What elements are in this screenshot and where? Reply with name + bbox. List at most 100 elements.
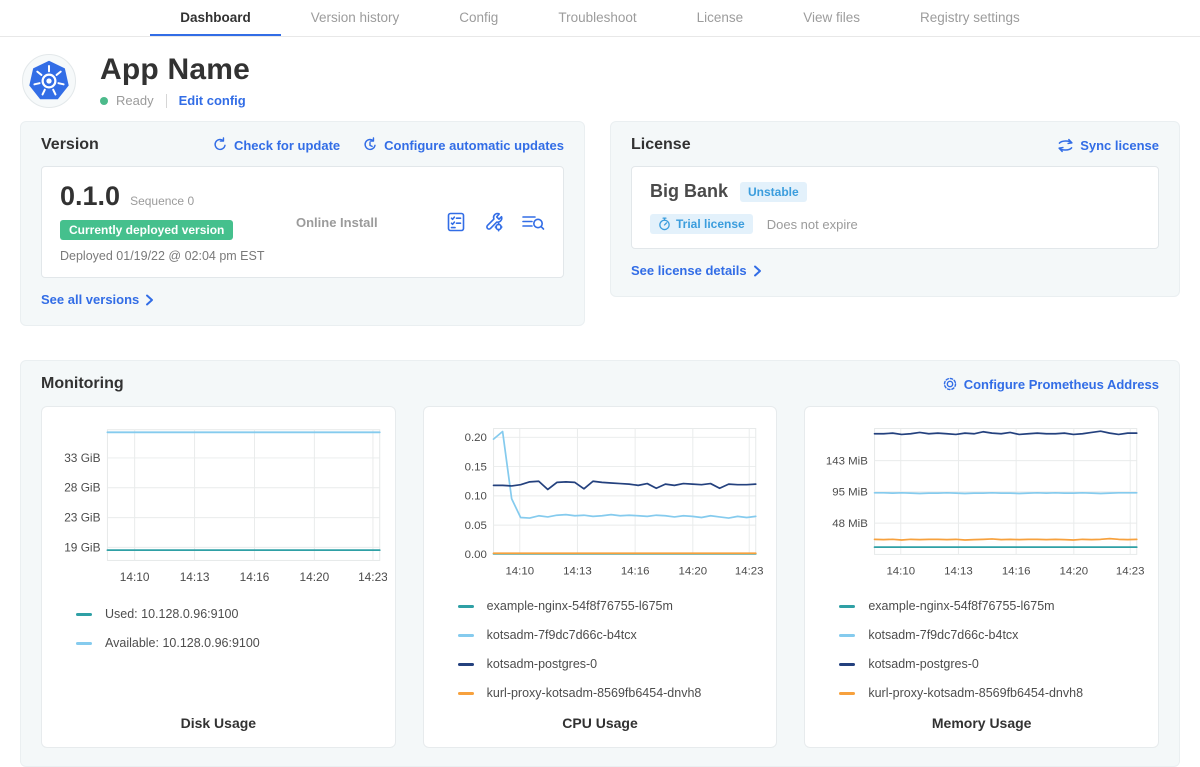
svg-text:0.20: 0.20 xyxy=(464,432,486,444)
legend-label: example-nginx-54f8f76755-l675m xyxy=(487,599,673,613)
sequence-label: Sequence 0 xyxy=(130,194,194,208)
svg-text:0.15: 0.15 xyxy=(464,461,486,473)
monitoring-card: Monitoring Configure Prometheus Address … xyxy=(20,360,1180,767)
tab-version-history[interactable]: Version history xyxy=(281,0,430,36)
legend-item: kotsadm-postgres-0 xyxy=(458,657,769,671)
tab-view-files[interactable]: View files xyxy=(773,0,890,36)
chart-plot: 14:1014:1314:1614:2014:230.000.050.100.1… xyxy=(432,419,769,583)
chart-legend: example-nginx-54f8f76755-l675m kotsadm-7f… xyxy=(458,599,769,715)
chart-title: CPU Usage xyxy=(432,715,769,733)
svg-text:95 MiB: 95 MiB xyxy=(833,487,869,499)
sync-arrows-icon xyxy=(1057,138,1074,153)
install-type-label: Online Install xyxy=(296,215,378,230)
current-version-panel: 0.1.0 Sequence 0 Currently deployed vers… xyxy=(41,166,564,278)
license-card-title: License xyxy=(631,136,691,154)
deployed-timestamp: Deployed 01/19/22 @ 02:04 pm EST xyxy=(60,249,288,263)
svg-text:14:20: 14:20 xyxy=(300,570,330,584)
svg-text:14:10: 14:10 xyxy=(887,565,916,577)
tab-registry-settings[interactable]: Registry settings xyxy=(890,0,1050,36)
legend-item: kotsadm-7f9dc7d66c-b4tcx xyxy=(458,628,769,642)
gear-icon xyxy=(942,376,958,392)
legend-label: kotsadm-postgres-0 xyxy=(487,657,597,671)
legend-label: Used: 10.128.0.96:9100 xyxy=(105,607,238,621)
legend-swatch xyxy=(76,642,92,645)
svg-text:0.00: 0.00 xyxy=(464,549,486,561)
memory-usage-chart-card: 14:10 14:13 14:16 14:20 14:23 48 MiB 95 MiB 143… xyxy=(804,406,1159,748)
see-all-versions-link[interactable]: See all versions xyxy=(41,292,154,307)
monitoring-title: Monitoring xyxy=(41,375,124,393)
customer-name: Big Bank xyxy=(650,181,728,202)
trial-license-badge: Trial license xyxy=(650,214,753,234)
legend-label: kotsadm-7f9dc7d66c-b4tcx xyxy=(487,628,637,642)
check-for-update-link[interactable]: Check for update xyxy=(212,137,340,153)
refresh-icon xyxy=(212,137,228,153)
svg-text:14:10: 14:10 xyxy=(120,570,150,584)
svg-text:143 MiB: 143 MiB xyxy=(826,455,868,467)
configure-prometheus-link[interactable]: Configure Prometheus Address xyxy=(942,376,1159,392)
svg-text:14:16: 14:16 xyxy=(240,570,270,584)
legend-item: Available: 10.128.0.96:9100 xyxy=(76,636,387,650)
ready-status-dot xyxy=(100,97,108,105)
legend-label: kotsadm-7f9dc7d66c-b4tcx xyxy=(868,628,1018,642)
svg-text:14:23: 14:23 xyxy=(358,570,387,584)
version-card-title: Version xyxy=(41,136,99,154)
edit-config-link[interactable]: Edit config xyxy=(179,93,246,108)
chart-title: Memory Usage xyxy=(813,715,1150,733)
kubernetes-logo-icon xyxy=(22,54,76,108)
sync-license-link[interactable]: Sync license xyxy=(1057,138,1159,153)
legend-label: example-nginx-54f8f76755-l675m xyxy=(868,599,1054,613)
legend-item: kurl-proxy-kotsadm-8569fb6454-dnvh8 xyxy=(839,686,1150,700)
legend-item: example-nginx-54f8f76755-l675m xyxy=(839,599,1150,613)
legend-item: example-nginx-54f8f76755-l675m xyxy=(458,599,769,613)
chart-legend: Used: 10.128.0.96:9100 Available: 10.128.… xyxy=(76,607,387,665)
config-wrench-button[interactable] xyxy=(483,211,505,233)
legend-swatch xyxy=(458,605,474,608)
svg-text:14:16: 14:16 xyxy=(1002,565,1031,577)
svg-text:14:23: 14:23 xyxy=(1116,565,1145,577)
cpu-usage-chart-card: 14:1014:1314:1614:2014:230.000.050.100.1… xyxy=(423,406,778,748)
svg-text:0.10: 0.10 xyxy=(464,491,486,503)
legend-swatch xyxy=(458,692,474,695)
page-title: App Name xyxy=(100,53,250,87)
svg-text:48 MiB: 48 MiB xyxy=(833,518,869,530)
tab-troubleshoot[interactable]: Troubleshoot xyxy=(528,0,666,36)
see-license-details-link[interactable]: See license details xyxy=(631,263,762,278)
configure-automatic-updates-link[interactable]: Configure automatic updates xyxy=(362,137,564,153)
app-status-text: Ready xyxy=(116,93,154,108)
svg-text:14:13: 14:13 xyxy=(563,565,592,577)
tab-config[interactable]: Config xyxy=(429,0,528,36)
top-nav: Dashboard Version history Config Trouble… xyxy=(0,0,1200,37)
svg-text:23 GiB: 23 GiB xyxy=(64,511,100,525)
legend-item: kurl-proxy-kotsadm-8569fb6454-dnvh8 xyxy=(458,686,769,700)
disk-usage-chart-card: 14:10 14:13 14:16 14:20 14:23 19 GiB 23 GiB 28 … xyxy=(41,406,396,748)
chart-plot: 14:10 14:13 14:16 14:20 14:23 48 MiB 95 MiB 143… xyxy=(813,419,1150,583)
legend-label: Available: 10.128.0.96:9100 xyxy=(105,636,260,650)
divider xyxy=(166,94,167,108)
preflight-checks-button[interactable] xyxy=(445,211,467,233)
version-card: Version Check for update xyxy=(20,121,585,326)
svg-text:28 GiB: 28 GiB xyxy=(64,481,100,495)
license-details-panel: Big Bank Unstable Trial license Does not… xyxy=(631,166,1159,249)
legend-swatch xyxy=(839,634,855,637)
legend-item: kotsadm-7f9dc7d66c-b4tcx xyxy=(839,628,1150,642)
svg-text:14:16: 14:16 xyxy=(620,565,649,577)
tab-dashboard[interactable]: Dashboard xyxy=(150,0,281,36)
channel-badge: Unstable xyxy=(740,182,807,202)
chevron-right-icon xyxy=(145,294,154,306)
svg-text:19 GiB: 19 GiB xyxy=(64,540,100,554)
chart-title: Disk Usage xyxy=(50,715,387,733)
view-diff-button[interactable] xyxy=(521,211,545,233)
chart-legend: example-nginx-54f8f76755-l675m kotsadm-7f… xyxy=(839,599,1150,715)
svg-text:14:20: 14:20 xyxy=(1060,565,1089,577)
legend-swatch xyxy=(839,605,855,608)
legend-swatch xyxy=(458,663,474,666)
legend-swatch xyxy=(839,692,855,695)
legend-swatch xyxy=(458,634,474,637)
version-number: 0.1.0 xyxy=(60,181,120,212)
svg-text:14:13: 14:13 xyxy=(944,565,973,577)
svg-text:14:13: 14:13 xyxy=(180,570,210,584)
license-card: License Sync license Big Bank Unstable xyxy=(610,121,1180,297)
svg-text:14:20: 14:20 xyxy=(678,565,707,577)
tab-license[interactable]: License xyxy=(667,0,774,36)
legend-label: kurl-proxy-kotsadm-8569fb6454-dnvh8 xyxy=(487,686,702,700)
